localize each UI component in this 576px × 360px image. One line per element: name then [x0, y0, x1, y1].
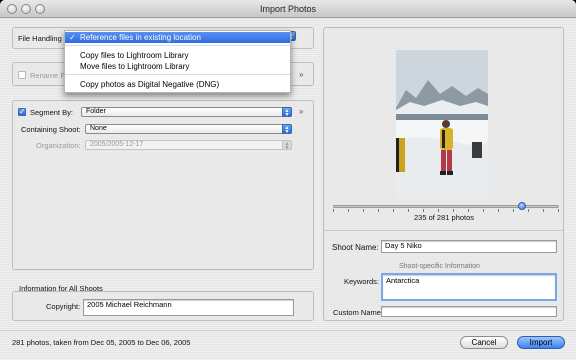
segment-checkbox[interactable]: ✓: [18, 108, 26, 116]
menu-item-copy-files[interactable]: Copy files to Lightroom Library: [65, 50, 290, 61]
containing-shoot-select[interactable]: None ▲ ▼: [85, 124, 292, 135]
copyright-field[interactable]: 2005 Michael Reichmann: [83, 299, 294, 316]
file-handling-menu: ✓ Reference files in existing location C…: [64, 30, 291, 93]
photo-slider-knob[interactable]: [517, 202, 526, 210]
segment-by-select[interactable]: Folder ▲ ▼: [81, 107, 292, 118]
menu-item-reference-files[interactable]: ✓ Reference files in existing location: [65, 32, 290, 43]
shoot-name-field[interactable]: Day 5 Niko: [381, 240, 557, 253]
title-bar: Import Photos: [0, 0, 576, 18]
keywords-label: Keywords:: [344, 277, 380, 286]
containing-shoot-label: Containing Shoot:: [21, 125, 81, 134]
menu-item-label: Reference files in existing location: [80, 33, 201, 42]
menu-separator: [65, 74, 290, 75]
checkmark-icon: ✓: [69, 33, 76, 42]
custom-name-label: Custom Name:: [333, 308, 384, 317]
copyright-label: Copyright:: [46, 302, 81, 311]
keywords-field[interactable]: Antarctica: [381, 273, 557, 301]
preview-separator: [324, 230, 563, 231]
photo-counter: 235 of 281 photos: [414, 213, 475, 222]
up-down-arrows-icon: ▲▼: [282, 107, 292, 118]
segment-by-label: Segment By:: [30, 108, 73, 117]
menu-separator: [65, 45, 290, 46]
window-title: Import Photos: [259, 4, 317, 14]
status-separator: [0, 330, 576, 331]
file-handling-label: File Handling: [18, 34, 62, 43]
rename-checkbox[interactable]: [18, 71, 26, 79]
organization-label: Organization:: [36, 141, 81, 150]
organization-value: 2005/2005-12-17: [90, 141, 144, 148]
menu-item-move-files[interactable]: Move files to Lightroom Library: [65, 61, 290, 72]
containing-shoot-value: None: [90, 125, 107, 132]
photo-preview: [396, 50, 488, 198]
rename-label: Rename F: [30, 71, 66, 80]
organization-select[interactable]: 2005/2005-12-17 ▲ ▼: [85, 140, 292, 151]
photo-slider-ticks: [333, 209, 559, 212]
segment-by-value: Folder: [86, 108, 106, 115]
menu-item-label: Copy photos as Digital Negative (DNG): [80, 80, 220, 89]
import-button[interactable]: Import: [517, 336, 565, 349]
menu-item-label: Copy files to Lightroom Library: [80, 51, 189, 60]
menu-item-label: Move files to Lightroom Library: [80, 62, 190, 71]
rename-expand-chevron-icon[interactable]: »: [299, 71, 303, 79]
menu-item-copy-dng[interactable]: Copy photos as Digital Negative (DNG): [65, 79, 290, 90]
segment-collapse-chevron-icon[interactable]: »: [299, 108, 303, 116]
shoot-name-label: Shoot Name:: [332, 243, 379, 252]
all-shoots-panel: Copyright: 2005 Michael Reichmann: [12, 291, 314, 321]
cancel-button[interactable]: Cancel: [460, 336, 508, 349]
up-down-arrows-icon: ▲▼: [282, 140, 292, 151]
import-photos-window: Import Photos File Handling ▲▼ Rename F …: [0, 0, 576, 360]
segment-panel: ✓ Segment By: Folder ▲ ▼ » Containing Sho…: [12, 100, 314, 270]
status-text: 281 photos, taken from Dec 05, 2005 to D…: [12, 338, 191, 347]
shoot-specific-heading: Shoot-specific Information: [399, 263, 480, 270]
custom-name-field[interactable]: [381, 306, 557, 317]
antarctica-photo-image: [396, 50, 488, 198]
up-down-arrows-icon: ▲▼: [282, 124, 292, 135]
